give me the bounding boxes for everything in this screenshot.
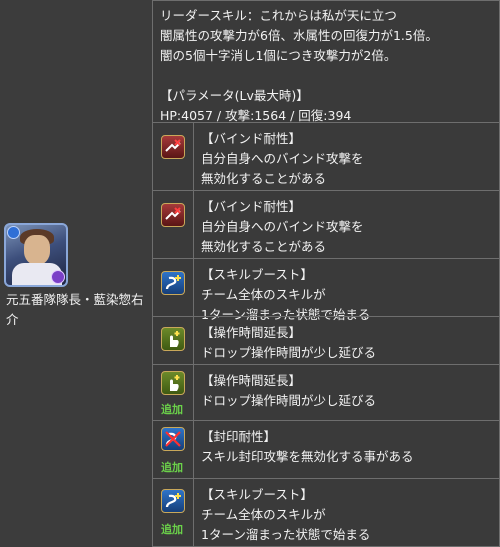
seal-resist-icon[interactable] bbox=[161, 427, 185, 451]
awakening-title: 【バインド耐性】 bbox=[201, 131, 302, 146]
awakening-description: 【スキルブースト】 チーム全体のスキルが 1ターン溜まった状態で始まる bbox=[201, 485, 493, 545]
character-name: 元五番隊隊長・藍染惣右介 bbox=[6, 292, 144, 327]
character-portrait[interactable] bbox=[4, 223, 68, 287]
awakening-icon-cell: 追加 bbox=[153, 479, 194, 547]
awakening-row: 【バインド耐性】 自分自身へのバインド攻撃を 無効化することがある bbox=[153, 122, 500, 190]
dark-attribute-icon bbox=[51, 270, 65, 284]
awakening-icon-cell: 追加 bbox=[153, 365, 194, 420]
awakening-title: 【バインド耐性】 bbox=[201, 199, 302, 214]
parameter-title: 【パラメータ(Lv最大時)】 bbox=[160, 88, 309, 103]
awakening-row: 追加 【スキルブースト】 チーム全体のスキルが 1ターン溜まった状態で始まる bbox=[153, 478, 500, 547]
time-extend-icon[interactable] bbox=[161, 327, 185, 351]
awakening-description: 【バインド耐性】 自分自身へのバインド攻撃を 無効化することがある bbox=[201, 197, 493, 257]
awakening-desc-line1: ドロップ操作時間が少し延びる bbox=[201, 345, 377, 360]
bind-resist-icon[interactable] bbox=[161, 203, 185, 227]
awakening-row: 追加 【封印耐性】 スキル封印攻撃を無効化する事がある bbox=[153, 420, 500, 478]
leader-skill-title: リーダースキル：これからは私が天に立つ bbox=[160, 8, 397, 23]
awakening-row: 追加 【操作時間延長】 ドロップ操作時間が少し延びる bbox=[153, 364, 500, 420]
awakening-icon-cell: 追加 bbox=[153, 421, 194, 478]
leader-skill-effect-2: 闇の5個十字消し1個につき攻撃力が2倍。 bbox=[160, 48, 397, 63]
bind-resist-icon[interactable] bbox=[161, 135, 185, 159]
time-extend-icon[interactable] bbox=[161, 371, 185, 395]
awakening-row: 【バインド耐性】 自分自身へのバインド攻撃を 無効化することがある bbox=[153, 190, 500, 258]
awakening-title: 【スキルブースト】 bbox=[201, 267, 313, 282]
added-awakening-label: 追加 bbox=[161, 403, 183, 416]
awakening-desc-line2: 無効化することがある bbox=[201, 171, 327, 186]
awakening-desc-line2: 無効化することがある bbox=[201, 239, 327, 254]
awakening-title: 【封印耐性】 bbox=[201, 429, 277, 444]
awakening-desc-line1: ドロップ操作時間が少し延びる bbox=[201, 393, 377, 408]
added-awakening-label: 追加 bbox=[161, 523, 183, 536]
awakening-description: 【操作時間延長】 ドロップ操作時間が少し延びる bbox=[201, 323, 493, 363]
skill-boost-icon[interactable] bbox=[161, 271, 185, 295]
awakening-desc-line2: 1ターン溜まった状態で始まる bbox=[201, 527, 371, 542]
leader-skill-block: リーダースキル：これからは私が天に立つ 闇属性の攻撃力が6倍、水属性の回復力が1… bbox=[160, 6, 496, 126]
awakening-icon-cell bbox=[153, 317, 194, 364]
awakening-row: 【スキルブースト】 チーム全体のスキルが 1ターン溜まった状態で始まる bbox=[153, 258, 500, 322]
awakening-desc-line1: 自分自身へのバインド攻撃を bbox=[201, 151, 364, 166]
awakening-desc-line1: 自分自身へのバインド攻撃を bbox=[201, 219, 364, 234]
awakening-description: 【バインド耐性】 自分自身へのバインド攻撃を 無効化することがある bbox=[201, 129, 493, 189]
leader-skill-effect-1: 闇属性の攻撃力が6倍、水属性の回復力が1.5倍。 bbox=[160, 28, 438, 43]
awakening-icon-cell bbox=[153, 123, 194, 190]
awakening-desc-line1: チーム全体のスキルが bbox=[201, 287, 326, 302]
awakening-title: 【操作時間延長】 bbox=[201, 325, 302, 340]
awakening-desc-line1: スキル封印攻撃を無効化する事がある bbox=[201, 449, 414, 464]
awakening-desc-line1: チーム全体のスキルが bbox=[201, 507, 326, 522]
awakening-description: 【封印耐性】 スキル封印攻撃を無効化する事がある bbox=[201, 427, 493, 467]
added-awakening-label: 追加 bbox=[161, 461, 183, 474]
awakening-title: 【スキルブースト】 bbox=[201, 487, 313, 502]
awakening-description: 【操作時間延長】 ドロップ操作時間が少し延びる bbox=[201, 371, 493, 411]
character-cell: 元五番隊隊長・藍染惣右介 bbox=[0, 0, 153, 547]
portrait-face bbox=[24, 235, 50, 265]
awakening-row: 【操作時間延長】 ドロップ操作時間が少し延びる bbox=[153, 316, 500, 364]
awakening-icon-cell bbox=[153, 259, 194, 316]
awakening-title: 【操作時間延長】 bbox=[201, 373, 302, 388]
water-attribute-icon bbox=[7, 226, 20, 239]
awakening-icon-cell bbox=[153, 191, 194, 258]
skill-boost-icon[interactable] bbox=[161, 489, 185, 513]
